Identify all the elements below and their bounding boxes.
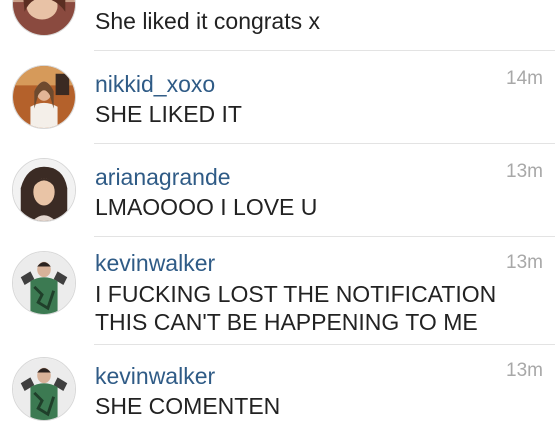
avatar[interactable] (12, 357, 76, 421)
avatar[interactable] (12, 0, 76, 36)
comment-row: kevinwalker 13m SHE COMENTEN (0, 345, 555, 433)
comment-username[interactable]: arianagrande (95, 163, 231, 191)
comment-text: SHE LIKED IT (95, 101, 242, 127)
comment-timestamp: 14m (506, 68, 543, 89)
comment-text: I FUCKING LOST THE NOTIFICATION THIS CAN… (95, 281, 497, 335)
comment-timestamp: 13m (506, 161, 543, 182)
profile-photo-icon (13, 358, 75, 420)
comment-row: nikkid_xoxo 14m SHE LIKED IT (0, 51, 555, 143)
comment-username[interactable]: nikkid_xoxo (95, 70, 215, 98)
avatar[interactable] (12, 158, 76, 222)
avatar[interactable] (12, 251, 76, 315)
comment-row: kevinwalker 13m I FUCKING LOST THE NOTIF… (0, 237, 555, 343)
comment-username[interactable]: kevinwalker (95, 249, 215, 277)
profile-photo-icon (13, 0, 75, 35)
comment-text: She liked it congrats x (95, 8, 321, 34)
profile-photo-icon (13, 66, 75, 128)
comment-text: SHE COMENTEN (95, 393, 281, 419)
comment-row: She liked it congrats x (0, 0, 555, 50)
profile-photo-icon (13, 252, 75, 314)
comment-row: arianagrande 13m LMAOOOO I LOVE U (0, 144, 555, 236)
comment-timestamp: 13m (506, 360, 543, 381)
comments-feed: She liked it congrats x nikkid_xoxo 14m … (0, 0, 555, 433)
avatar[interactable] (12, 65, 76, 129)
comment-username[interactable]: kevinwalker (95, 362, 215, 390)
profile-photo-icon (13, 159, 75, 221)
comment-timestamp: 13m (506, 252, 543, 273)
comment-text: LMAOOOO I LOVE U (95, 194, 318, 220)
